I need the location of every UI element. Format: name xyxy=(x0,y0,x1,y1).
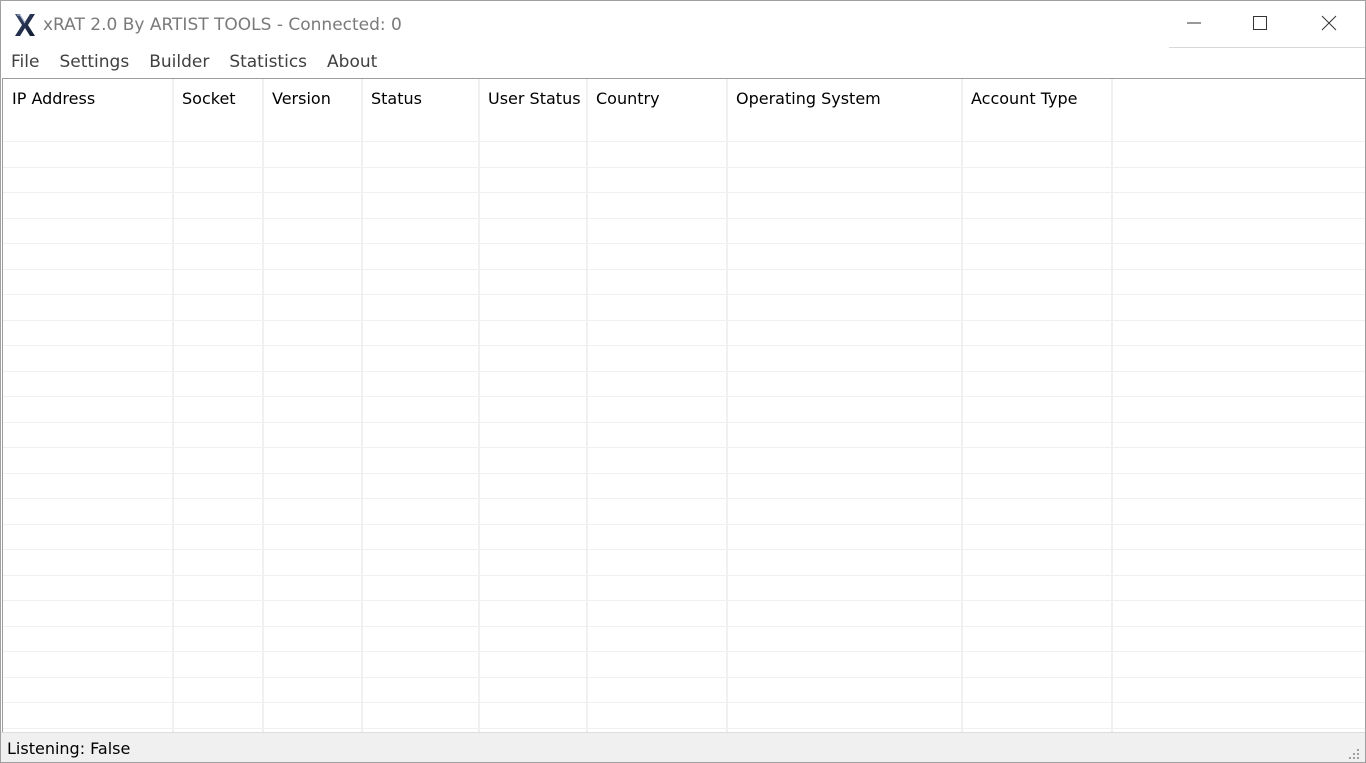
column-divider[interactable] xyxy=(1111,79,1113,732)
grid-row-line xyxy=(3,473,1365,474)
grid-row-line xyxy=(3,167,1365,168)
menu-file[interactable]: File xyxy=(1,48,49,76)
column-divider[interactable] xyxy=(361,79,363,732)
grid-row-line xyxy=(3,677,1365,678)
close-icon xyxy=(1321,15,1337,35)
list-header: IP Address Socket Version Status User St… xyxy=(3,79,1365,141)
column-divider[interactable] xyxy=(172,79,174,732)
grid-row-line xyxy=(3,243,1365,244)
grid-row-line xyxy=(3,294,1365,295)
column-header-operating-system[interactable]: Operating System xyxy=(727,79,963,141)
grid-row-line xyxy=(3,524,1365,525)
grid-row-line xyxy=(3,575,1365,576)
grid-row-line xyxy=(3,141,1365,142)
x-logo-icon xyxy=(13,13,37,37)
maximize-button[interactable] xyxy=(1227,1,1293,48)
grid-row-line xyxy=(3,549,1365,550)
grid-row-line xyxy=(3,447,1365,448)
grid-row-line xyxy=(3,702,1365,703)
grid-row-line xyxy=(3,218,1365,219)
column-divider[interactable] xyxy=(478,79,480,732)
close-button[interactable] xyxy=(1296,1,1362,48)
column-header-country[interactable]: Country xyxy=(587,79,727,141)
window-title: xRAT 2.0 By ARTIST TOOLS - Connected: 0 xyxy=(43,15,402,35)
column-divider[interactable] xyxy=(726,79,728,732)
grid-row-line xyxy=(3,498,1365,499)
grid-row-line xyxy=(3,728,1365,729)
grid-row-line xyxy=(3,192,1365,193)
column-header-account-type[interactable]: Account Type xyxy=(962,79,1112,141)
main-window: xRAT 2.0 By ARTIST TOOLS - Connected: 0 … xyxy=(0,0,1366,763)
column-divider[interactable] xyxy=(262,79,264,732)
grid-row-line xyxy=(3,320,1365,321)
minimize-icon xyxy=(1187,15,1201,34)
menu-about[interactable]: About xyxy=(317,48,387,76)
menu-builder[interactable]: Builder xyxy=(139,48,219,76)
menu-bar: File Settings Builder Statistics About xyxy=(1,48,1365,76)
grid-row-line xyxy=(3,422,1365,423)
resize-grip-icon[interactable] xyxy=(1347,746,1361,760)
column-divider[interactable] xyxy=(961,79,963,732)
grid-row-line xyxy=(3,651,1365,652)
minimize-button[interactable] xyxy=(1161,1,1227,48)
grid-row-line xyxy=(3,396,1365,397)
clients-list-view[interactable]: IP Address Socket Version Status User St… xyxy=(2,78,1365,732)
listening-status: Listening: False xyxy=(7,739,131,758)
column-header-socket[interactable]: Socket xyxy=(173,79,263,141)
grid-row-line xyxy=(3,371,1365,372)
column-header-user-status[interactable]: User Status xyxy=(479,79,587,141)
column-header-ip-address[interactable]: IP Address xyxy=(3,79,173,141)
maximize-icon xyxy=(1253,15,1267,34)
status-bar: Listening: False xyxy=(1,732,1365,762)
column-header-status[interactable]: Status xyxy=(362,79,479,141)
column-divider[interactable] xyxy=(586,79,588,732)
title-bar[interactable]: xRAT 2.0 By ARTIST TOOLS - Connected: 0 xyxy=(1,1,1365,48)
menu-statistics[interactable]: Statistics xyxy=(219,48,317,76)
grid-row-line xyxy=(3,600,1365,601)
grid-row-line xyxy=(3,345,1365,346)
menu-settings[interactable]: Settings xyxy=(49,48,139,76)
column-header-version[interactable]: Version xyxy=(263,79,362,141)
grid-row-line xyxy=(3,269,1365,270)
grid-row-line xyxy=(3,626,1365,627)
